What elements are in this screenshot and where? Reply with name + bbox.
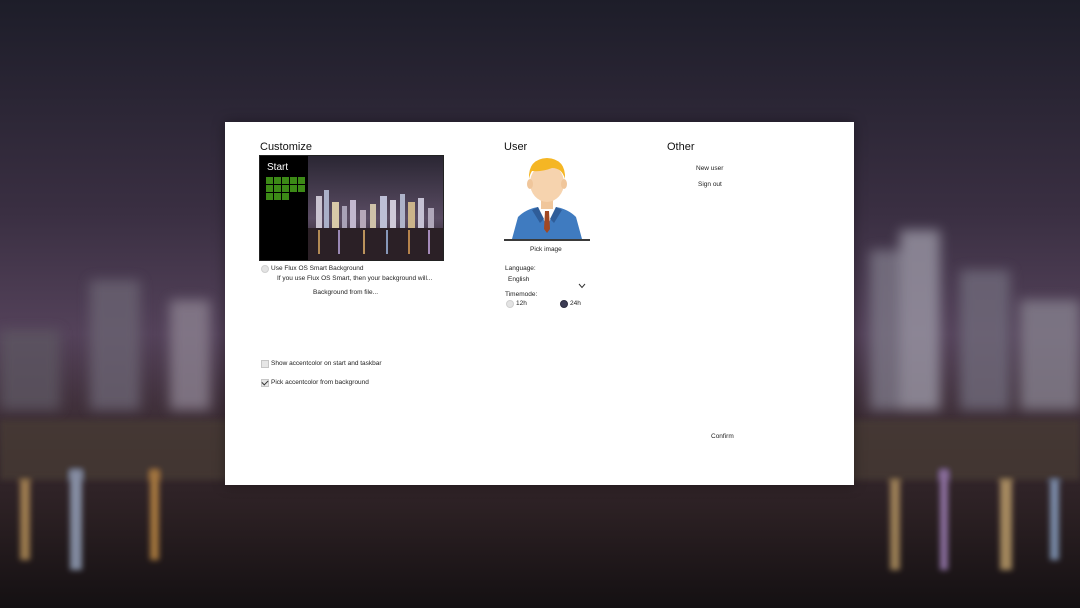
preview-tile (282, 185, 289, 192)
preview-tile (290, 177, 297, 184)
customize-title: Customize (260, 141, 312, 153)
timemode-12h-label[interactable]: 12h (516, 300, 527, 307)
preview-tile (274, 185, 281, 192)
preview-tile (290, 185, 297, 192)
preview-start-label: Start (267, 162, 289, 173)
language-select[interactable]: English (505, 273, 589, 289)
preview-tile (274, 177, 281, 184)
preview-wallpaper (308, 156, 443, 260)
timemode-24h-radio[interactable] (560, 300, 568, 308)
language-value: English (508, 276, 530, 283)
user-avatar-icon[interactable] (504, 153, 590, 241)
accent-taskbar-label[interactable]: Show accentcolor on start and taskbar (271, 360, 382, 367)
preview-tile (266, 193, 273, 200)
timemode-12h-radio[interactable] (506, 300, 514, 308)
preview-tile (274, 193, 281, 200)
sign-out-button[interactable]: Sign out (698, 181, 722, 188)
language-label: Language: (505, 265, 536, 272)
timemode-24h-label[interactable]: 24h (570, 300, 581, 307)
pick-accent-label[interactable]: Pick accentcolor from background (271, 379, 369, 386)
preview-tile (266, 177, 273, 184)
pick-image-button[interactable]: Pick image (530, 246, 562, 253)
preview-tile (282, 177, 289, 184)
new-user-button[interactable]: New user (696, 165, 723, 172)
start-preview: Start (259, 155, 444, 261)
preview-tile (266, 185, 273, 192)
background-from-file-button[interactable]: Background from file... (313, 289, 378, 296)
preview-tile (282, 193, 289, 200)
other-title: Other (667, 141, 695, 153)
timemode-label: Timemode: (505, 291, 538, 298)
accent-taskbar-checkbox[interactable] (261, 360, 269, 368)
preview-start-menu: Start (260, 156, 308, 260)
pick-accent-checkbox[interactable] (261, 379, 269, 387)
user-title: User (504, 141, 528, 153)
chevron-down-icon[interactable] (578, 276, 586, 294)
preview-tile (298, 185, 305, 192)
smart-background-radio[interactable] (261, 265, 269, 273)
preview-tile (298, 177, 305, 184)
settings-dialog: Customize Start Use Flux OS Smart Backgr… (225, 122, 854, 485)
smart-background-label[interactable]: Use Flux OS Smart Background (271, 265, 363, 272)
confirm-button[interactable]: Confirm (711, 433, 734, 440)
smart-background-description: If you use Flux OS Smart, then your back… (277, 275, 433, 282)
